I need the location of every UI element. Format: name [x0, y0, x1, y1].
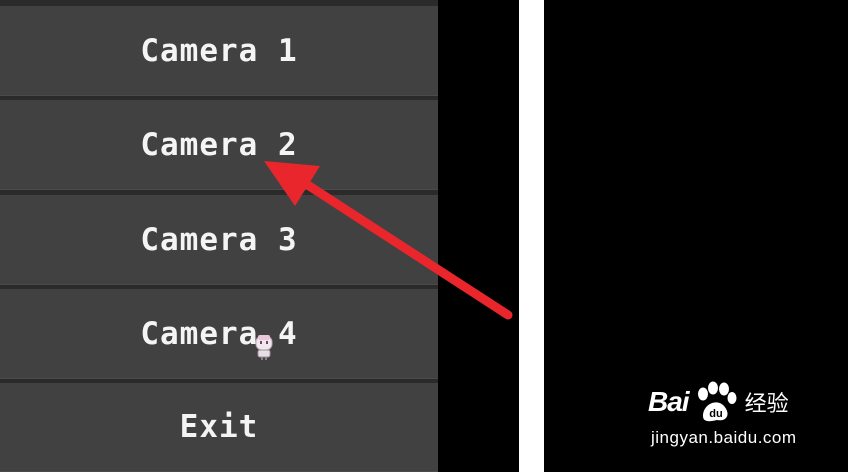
white-divider — [519, 0, 544, 472]
exit-label: Exit — [179, 409, 259, 445]
watermark-brand-left: Bai — [648, 386, 690, 417]
camera-1-button[interactable]: Camera 1 — [0, 4, 438, 96]
camera-2-label: Camera 2 — [140, 126, 298, 163]
paw-icon: du — [697, 381, 737, 422]
baidu-jingyan-watermark: Bai du 经验 jingyan.baidu.com — [648, 380, 848, 472]
svg-text:du: du — [709, 408, 722, 420]
camera-1-label: Camera 1 — [140, 32, 298, 69]
screen: Camera 1 Camera 2 Camera 3 Camera 4 Exit — [0, 0, 848, 472]
camera-4-button[interactable]: Camera 4 — [0, 287, 438, 379]
camera-3-button[interactable]: Camera 3 — [0, 193, 438, 285]
watermark-brand-cn: 经验 — [744, 392, 789, 417]
watermark-logo: Bai du 经验 — [648, 380, 789, 424]
watermark-url: jingyan.baidu.com — [651, 428, 797, 447]
camera-menu: Camera 1 Camera 2 Camera 3 Camera 4 Exit — [0, 0, 438, 472]
exit-button[interactable]: Exit — [0, 381, 438, 472]
camera-3-label: Camera 3 — [140, 221, 298, 258]
camera-2-button[interactable]: Camera 2 — [0, 98, 438, 190]
cursor-sprite-icon — [255, 335, 273, 360]
